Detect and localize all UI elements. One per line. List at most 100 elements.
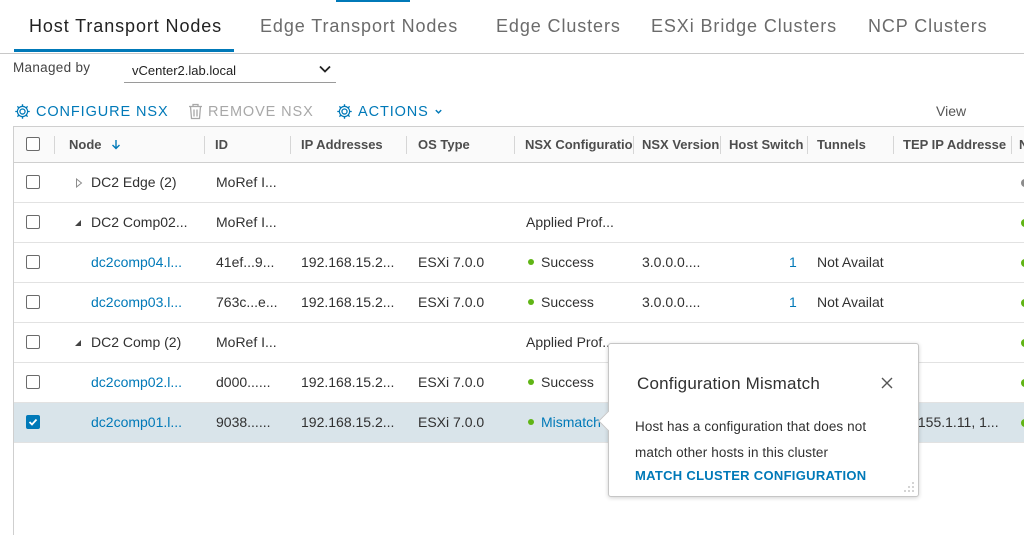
os-type: ESXi 7.0.0 xyxy=(418,254,485,270)
grid-header: Node ID IP Addresses OS Type NSX Configu… xyxy=(14,127,1024,163)
remove-nsx-button[interactable]: REMOVE NSX xyxy=(188,103,314,120)
column-separator xyxy=(406,136,407,154)
column-header-host-switch[interactable]: Host Switch xyxy=(729,137,807,152)
os-type: ESXi 7.0.0 xyxy=(418,294,485,310)
nsx-configuration: Success xyxy=(528,374,618,390)
column-header-nsx-configuration[interactable]: NSX Configuratio xyxy=(525,137,633,152)
tab-edge-clusters[interactable]: Edge Clusters xyxy=(496,16,621,37)
nsx-configuration-status: Success xyxy=(541,294,594,310)
node-id: MoRef I... xyxy=(216,214,277,230)
node-id: 9038...... xyxy=(216,414,271,430)
trash-icon xyxy=(189,103,202,120)
column-header-nsx-version[interactable]: NSX Version xyxy=(642,137,720,152)
row-checkbox[interactable] xyxy=(26,175,40,189)
tunnels-status: Not Availat xyxy=(817,294,884,310)
caret-down-icon[interactable] xyxy=(74,338,82,348)
column-header-tunnels[interactable]: Tunnels xyxy=(817,137,887,152)
ip-address: 192.168.15.2... xyxy=(301,374,395,390)
os-type: ESXi 7.0.0 xyxy=(418,414,485,430)
node-name: DC2 Comp (2) xyxy=(91,334,182,350)
nsx-configuration-status: Success xyxy=(541,254,594,270)
table-row[interactable]: dc2comp03.l... 763c...e... 192.168.15.2.… xyxy=(14,283,1024,323)
row-checkbox[interactable] xyxy=(26,215,40,229)
node-name-link[interactable]: dc2comp04.l... xyxy=(91,254,201,270)
tab-host-transport-nodes[interactable]: Host Transport Nodes xyxy=(29,16,222,37)
column-separator xyxy=(893,136,894,154)
popover-title: Configuration Mismatch xyxy=(637,374,820,393)
column-separator xyxy=(1011,136,1012,154)
select-all-checkbox[interactable] xyxy=(26,137,40,151)
tab-edge-transport-nodes[interactable]: Edge Transport Nodes xyxy=(260,16,458,37)
close-icon[interactable] xyxy=(879,375,895,391)
caret-down-icon[interactable] xyxy=(74,218,82,228)
managed-by-label: Managed by xyxy=(13,60,91,75)
gear-icon xyxy=(15,104,30,119)
tab-bar-indicator-sliver xyxy=(336,0,410,2)
match-cluster-configuration-link[interactable]: MATCH CLUSTER CONFIGURATION xyxy=(635,468,867,483)
actions-button[interactable]: ACTIONS xyxy=(336,103,443,120)
host-switch-count[interactable]: 1 xyxy=(789,254,801,270)
success-dot xyxy=(528,379,534,386)
column-header-tep-ip-addresses[interactable]: TEP IP Addresse xyxy=(903,137,1011,152)
managed-by-select[interactable]: vCenter2.lab.local xyxy=(124,57,336,83)
nsx-configuration: Success xyxy=(528,254,632,270)
column-separator xyxy=(807,136,808,154)
tep-ip-addresses: .155.1.11, 1... xyxy=(914,414,999,430)
configure-nsx-label: CONFIGURE NSX xyxy=(36,103,169,120)
node-name-link[interactable]: dc2comp01.l... xyxy=(91,414,201,430)
column-separator xyxy=(54,136,55,154)
active-tab-underline xyxy=(14,49,234,52)
nsx-version: 3.0.0.0.... xyxy=(642,294,701,310)
table-row[interactable]: DC2 Edge (2) MoRef I... xyxy=(14,163,1024,203)
row-checkbox[interactable] xyxy=(26,255,40,269)
nsx-configuration[interactable]: Mismatch xyxy=(528,414,608,430)
actions-label: ACTIONS xyxy=(358,103,429,120)
success-dot xyxy=(528,299,534,306)
table-row[interactable]: dc2comp04.l... 41ef...9... 192.168.15.2.… xyxy=(14,243,1024,283)
gear-icon xyxy=(337,104,352,119)
toolbar: CONFIGURE NSX REMOVE NSX ACTIONS View xyxy=(0,98,1024,126)
column-header-node[interactable]: Node xyxy=(69,137,121,152)
view-menu[interactable]: View xyxy=(936,103,966,119)
column-separator xyxy=(290,136,291,154)
configuration-mismatch-popover: Configuration Mismatch Host has a config… xyxy=(598,343,919,497)
column-header-id[interactable]: ID xyxy=(215,137,295,152)
column-header-os-type[interactable]: OS Type xyxy=(418,137,513,152)
configure-nsx-button[interactable]: CONFIGURE NSX xyxy=(14,103,169,120)
ip-address: 192.168.15.2... xyxy=(301,294,395,310)
node-name-link[interactable]: dc2comp03.l... xyxy=(91,294,201,310)
node-name-link[interactable]: dc2comp02.l... xyxy=(91,374,201,390)
chevron-down-icon xyxy=(319,65,331,73)
node-name: DC2 Edge (2) xyxy=(91,174,177,190)
mismatch-link[interactable]: Mismatch xyxy=(541,414,601,430)
os-type: ESXi 7.0.0 xyxy=(418,374,485,390)
row-checkbox[interactable] xyxy=(26,295,40,309)
ip-address: 192.168.15.2... xyxy=(301,414,395,430)
column-separator xyxy=(204,136,205,154)
tab-ncp-clusters[interactable]: NCP Clusters xyxy=(868,16,988,37)
nsx-configuration: Applied Prof... xyxy=(526,214,614,230)
tab-esxi-bridge-clusters[interactable]: ESXi Bridge Clusters xyxy=(651,16,837,37)
node-id: MoRef I... xyxy=(216,334,277,350)
column-header-ip-addresses[interactable]: IP Addresses xyxy=(301,137,401,152)
popover-body: Host has a configuration that does not m… xyxy=(635,419,867,460)
chevron-down-icon xyxy=(435,109,442,114)
column-header-node-label: Node xyxy=(69,137,102,152)
caret-right-icon[interactable] xyxy=(75,178,83,188)
row-checkbox[interactable] xyxy=(26,335,40,349)
resize-grip-icon[interactable] xyxy=(903,481,915,493)
column-separator xyxy=(633,136,634,154)
column-header-truncated[interactable]: N xyxy=(1019,137,1024,152)
success-dot xyxy=(528,419,534,426)
node-id: 41ef...9... xyxy=(216,254,275,270)
table-row[interactable]: DC2 Comp02... MoRef I... Applied Prof... xyxy=(14,203,1024,243)
row-checkbox[interactable] xyxy=(26,375,40,389)
row-checkbox[interactable] xyxy=(26,415,40,429)
remove-nsx-label: REMOVE NSX xyxy=(208,103,314,120)
nsx-version: 3.0.0.0.... xyxy=(642,254,701,270)
tab-bar: Host Transport Nodes Edge Transport Node… xyxy=(0,0,1024,54)
node-name: DC2 Comp02... xyxy=(91,214,188,230)
column-separator xyxy=(720,136,721,154)
host-switch-count[interactable]: 1 xyxy=(789,294,801,310)
arrow-down-icon xyxy=(112,140,121,150)
